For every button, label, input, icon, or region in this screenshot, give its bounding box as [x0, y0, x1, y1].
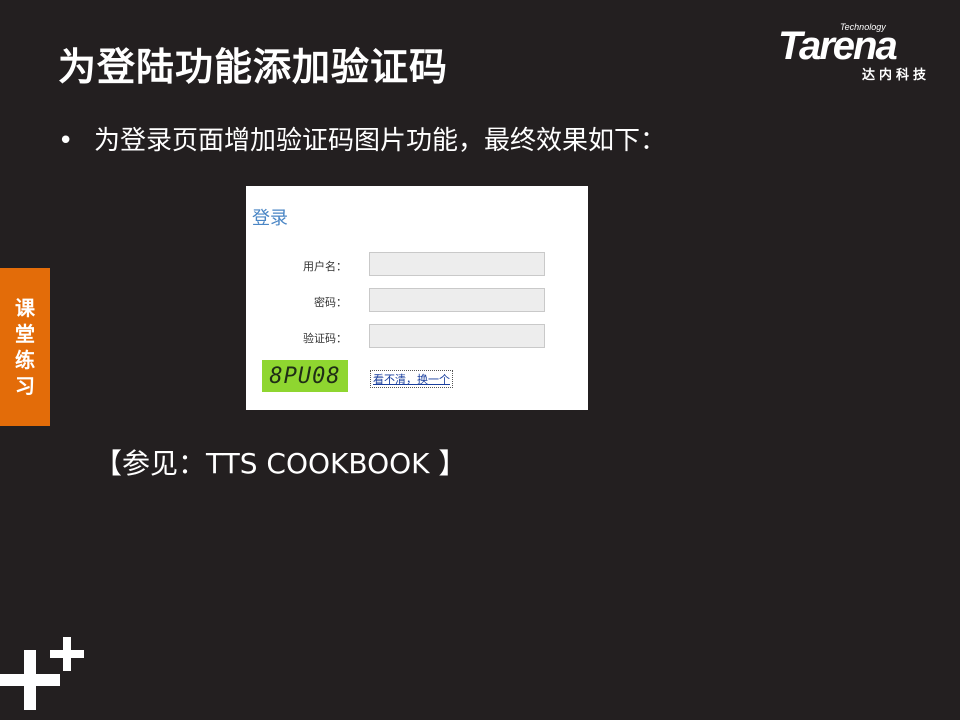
slide-title: 为登陆功能添加验证码: [58, 45, 449, 89]
captcha-image[interactable]: 8PU08: [262, 360, 348, 392]
login-form-title: 登录: [252, 208, 288, 229]
side-tab-char: 习: [15, 374, 35, 398]
refresh-captcha-link[interactable]: 看不清，换一个: [370, 370, 453, 388]
captcha-label: 验证码：: [303, 332, 347, 345]
login-form-screenshot: 登录 用户名： 密码： 验证码： 8PU08 看不清，换一个: [246, 186, 588, 410]
username-label: 用户名：: [303, 260, 347, 273]
password-label: 密码：: [314, 296, 347, 309]
tarena-logo: Technology Tarena 达内科技: [778, 22, 948, 84]
reference-note: 【参见：TTS COOKBOOK 】: [94, 447, 467, 480]
username-input[interactable]: [369, 252, 545, 276]
password-input[interactable]: [369, 288, 545, 312]
side-tab-char: 练: [15, 348, 35, 372]
logo-chinese-name: 达内科技: [862, 68, 931, 83]
captcha-input[interactable]: [369, 324, 545, 348]
bullet-item: • 为登录页面增加验证码图片功能，最终效果如下：: [58, 120, 666, 157]
logo-wordmark: Tarena: [778, 24, 898, 68]
captcha-row: 验证码：: [246, 324, 588, 350]
bullet-marker: •: [58, 126, 74, 156]
bullet-text: 为登录页面增加验证码图片功能，最终效果如下：: [94, 126, 667, 156]
side-tab-char: 堂: [15, 322, 35, 346]
password-row: 密码：: [246, 288, 588, 314]
side-tab-char: 课: [15, 296, 35, 320]
username-row: 用户名：: [246, 252, 588, 278]
side-tab-classroom-exercise: 课 堂 练 习: [0, 268, 50, 426]
plus-decoration-icon: [0, 637, 84, 710]
